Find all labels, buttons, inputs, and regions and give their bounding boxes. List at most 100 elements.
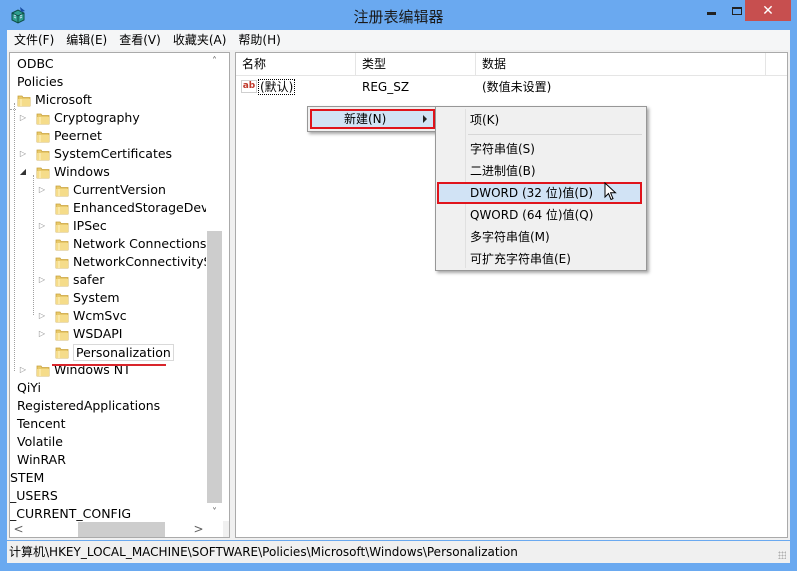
folder-icon [55, 309, 69, 323]
tree-item[interactable]: Policies [17, 73, 63, 91]
submenu-item[interactable]: 可扩充字符串值(E) [439, 248, 643, 270]
tree-item-label: Volatile [17, 434, 63, 449]
tree-item-label: safer [73, 272, 105, 287]
close-button[interactable]: ✕ [745, 0, 791, 21]
tree-item-label: EnhancedStorageDevic [73, 200, 206, 215]
tree-item-label: CurrentVersion [73, 182, 166, 197]
menu-item-new[interactable]: 新建(N) [310, 109, 435, 129]
submenu-item[interactable]: 字符串值(S) [439, 138, 643, 160]
tree-item[interactable]: RegisteredApplications [17, 397, 160, 415]
collapsed-arrow-icon[interactable]: ▷ [38, 221, 46, 230]
menu-help[interactable]: 帮助(H) [232, 30, 286, 50]
title-bar[interactable]: 注册表编辑器 ✕ [0, 0, 797, 30]
folder-icon [17, 93, 31, 107]
tree-vertical-scrollbar[interactable]: ˄ ˅ [206, 53, 223, 521]
tree-item[interactable]: Personalization [55, 343, 174, 361]
value-name: (默认) [258, 79, 296, 95]
list-row[interactable]: ab (默认) REG_SZ (数值未设置) [236, 77, 787, 97]
tree-item[interactable]: Windows [36, 163, 110, 181]
tree-item-label: QiYi [17, 380, 41, 395]
scroll-right-icon[interactable]: > [190, 521, 207, 537]
expanded-arrow-icon[interactable]: ◢ [19, 167, 27, 176]
tree-item[interactable]: WinRAR [17, 451, 66, 469]
tree-item[interactable]: WSDAPI [55, 325, 122, 343]
collapsed-arrow-icon[interactable]: ▷ [19, 365, 27, 374]
folder-icon [36, 111, 50, 125]
menu-edit[interactable]: 编辑(E) [60, 30, 113, 50]
tree-item[interactable]: Microsoft [17, 91, 92, 109]
regedit-window: 注册表编辑器 ✕ 文件(F) 编辑(E) 查看(V) 收藏夹(A) 帮助(H) … [0, 0, 797, 571]
tree-item[interactable]: EnhancedStorageDevic [55, 199, 206, 217]
scroll-down-icon[interactable]: ˅ [206, 504, 223, 521]
submenu-item[interactable]: 二进制值(B) [439, 160, 643, 182]
column-header-data[interactable]: 数据 [476, 53, 766, 76]
mouse-cursor-icon [604, 181, 618, 202]
tree-item[interactable]: CurrentVersion [55, 181, 166, 199]
tree-item[interactable]: QiYi [17, 379, 41, 397]
collapsed-arrow-icon[interactable]: ▷ [38, 275, 46, 284]
tree-item[interactable]: WcmSvc [55, 307, 127, 325]
tree-item-label: WSDAPI [73, 326, 123, 341]
collapsed-arrow-icon[interactable]: ▷ [38, 185, 46, 194]
horizontal-scroll-thumb[interactable] [78, 522, 165, 537]
tree-item-label: Network Connections [73, 236, 206, 251]
tree-item[interactable]: STEM [10, 469, 44, 487]
tree-item[interactable]: ODBC [17, 55, 54, 73]
submenu-item[interactable]: 项(K) [439, 109, 643, 131]
tree-item-label: NetworkConnectivitySta [73, 254, 206, 269]
vertical-scroll-thumb[interactable] [207, 231, 222, 503]
submenu-arrow-icon [423, 115, 427, 123]
registry-tree[interactable]: ODBC Policies Microsoft Cryptography ▷ Peerne… [9, 52, 230, 538]
close-icon: ✕ [762, 2, 774, 19]
tree-item[interactable]: Cryptography [36, 109, 140, 127]
tree-item[interactable]: _USERS [10, 487, 58, 505]
tree-item[interactable]: _CURRENT_CONFIG [10, 505, 131, 521]
tree-item[interactable]: SystemCertificates [36, 145, 172, 163]
menu-bar: 文件(F) 编辑(E) 查看(V) 收藏夹(A) 帮助(H) [7, 30, 790, 50]
tree-horizontal-scrollbar[interactable]: < > [10, 521, 223, 537]
collapsed-arrow-icon[interactable]: ▷ [38, 329, 46, 338]
submenu-item[interactable]: 多字符串值(M) [439, 226, 643, 248]
scroll-left-icon[interactable]: < [10, 521, 27, 537]
tree-item-label: Windows [54, 164, 110, 179]
tree-connector-line [14, 103, 15, 371]
menu-favorites[interactable]: 收藏夹(A) [167, 30, 233, 50]
menu-view[interactable]: 查看(V) [113, 30, 167, 50]
context-menu: 新建(N) [307, 106, 438, 132]
list-header: 名称 类型 数据 [236, 53, 787, 76]
resize-grip-icon[interactable] [778, 551, 786, 559]
annotation-underline [52, 364, 166, 366]
folder-icon [55, 201, 69, 215]
tree-item[interactable]: Volatile [17, 433, 63, 451]
folder-icon [55, 255, 69, 269]
tree-item-label: ODBC [17, 56, 54, 71]
column-header-name[interactable]: 名称 [236, 53, 356, 76]
tree-item-label: System [73, 290, 120, 305]
minimize-icon [706, 12, 716, 15]
column-header-type[interactable]: 类型 [356, 53, 476, 76]
tree-item-label: _USERS [10, 488, 58, 503]
tree-item-label: SystemCertificates [54, 146, 173, 161]
scroll-up-icon[interactable]: ˄ [206, 53, 223, 70]
tree-item[interactable]: safer [55, 271, 104, 289]
tree-item[interactable]: System [55, 289, 120, 307]
tree-item[interactable]: IPSec [55, 217, 107, 235]
collapsed-arrow-icon[interactable]: ▷ [19, 149, 27, 158]
tree-item[interactable]: NetworkConnectivitySta [55, 253, 206, 271]
collapsed-arrow-icon[interactable]: ▷ [19, 113, 27, 122]
string-value-icon: ab [241, 80, 257, 93]
tree-content: ODBC Policies Microsoft Cryptography ▷ Peerne… [10, 53, 206, 521]
tree-item[interactable]: Tencent [17, 415, 66, 433]
tree-item[interactable]: Peernet [36, 127, 102, 145]
tree-connector-line [33, 175, 34, 315]
collapsed-arrow-icon[interactable]: ▷ [38, 311, 46, 320]
menu-file[interactable]: 文件(F) [13, 30, 60, 50]
folder-icon [36, 129, 50, 143]
submenu-item[interactable]: QWORD (64 位)值(Q) [439, 204, 643, 226]
minimize-button[interactable] [698, 0, 724, 21]
folder-icon [55, 237, 69, 251]
window-title: 注册表编辑器 [353, 8, 444, 26]
maximize-icon [732, 6, 742, 15]
tree-item[interactable]: Network Connections [55, 235, 206, 253]
tree-item-label: Policies [17, 74, 64, 89]
